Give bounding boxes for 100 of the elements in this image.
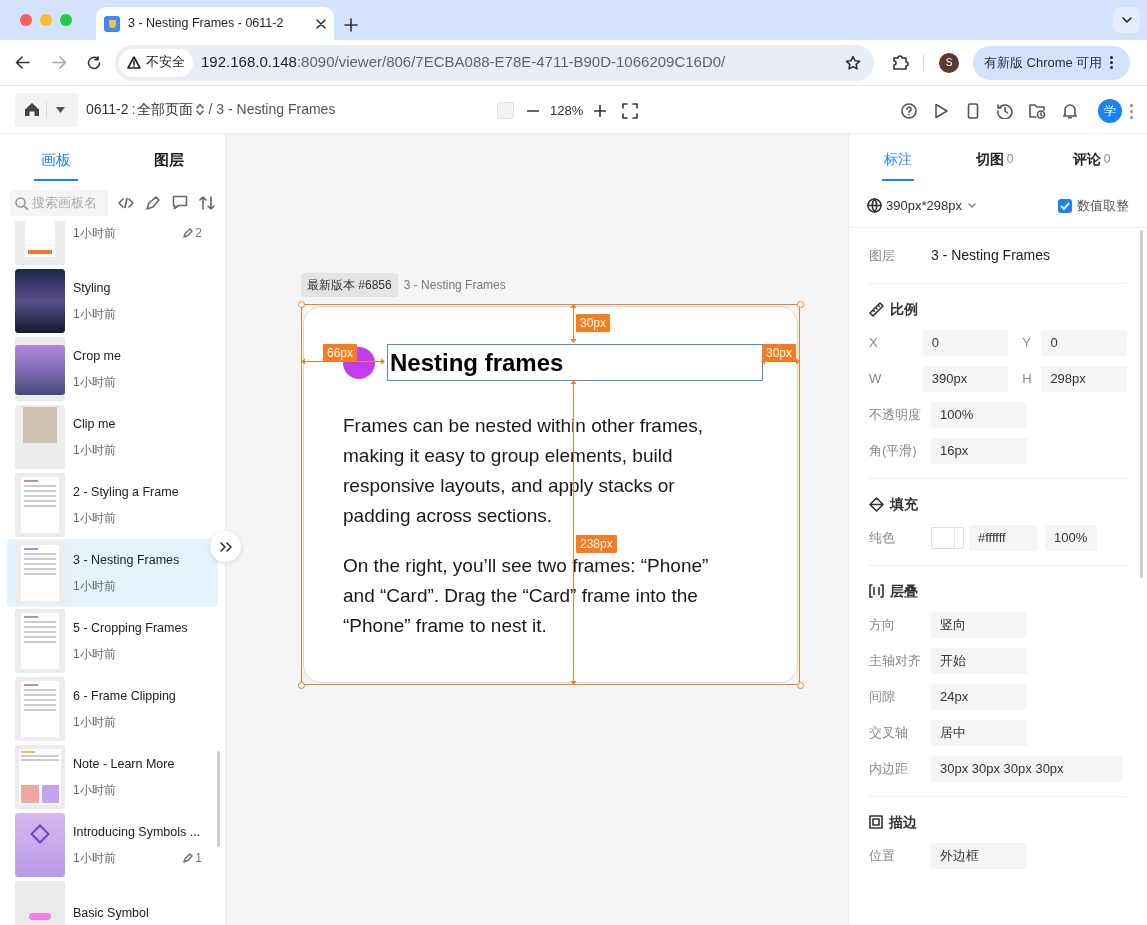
more-icon[interactable] [1130,103,1133,119]
security-chip[interactable]: 不安全 [119,48,193,77]
modified-time: 1小时前 [73,713,116,731]
new-tab-icon[interactable] [344,18,358,32]
checkbox[interactable] [1058,198,1072,213]
close-icon[interactable] [316,18,326,29]
collapse-panel-button[interactable] [210,531,241,562]
stroke-icon [869,815,883,829]
artboard-title: 2 - Styling a Frame [73,484,180,502]
value-field: #ffffff [969,525,1037,551]
artboard-item[interactable]: Clip me 1小时前 [7,403,218,471]
artboard-thumbnail [15,813,65,877]
inspector-tab[interactable]: 切图 0 [946,134,1043,184]
version-badge: 最新版本 #6856 [301,273,398,297]
tab-search-button[interactable] [1113,7,1140,33]
inspector-tab[interactable]: 标注 [849,134,946,184]
modified-time: 1小时前 [73,645,116,663]
tab-title: 3 - Nesting Frames - 0611-2 [128,15,285,33]
field-label: W [869,370,883,389]
search-field[interactable]: 搜索画板名 [10,189,108,216]
section-title: 描边 [889,812,917,832]
artboard-item[interactable]: 1小时前 2 [7,221,218,267]
artboard-item[interactable]: Styling 1小时前 [7,267,218,335]
artboard-title: Introducing Symbols ... [73,824,202,842]
value-field: 390px [922,366,1009,392]
puzzle-icon[interactable] [892,54,909,71]
scrollbar[interactable] [1140,230,1143,578]
field-label: 间隙 [869,688,896,707]
home-menu-button[interactable] [15,92,78,127]
modified-time: 1小时前 [73,509,116,527]
resize-handle[interactable] [298,682,305,689]
artboard-thumbnail [15,405,65,469]
history-icon[interactable] [997,103,1013,119]
pen-icon[interactable] [145,194,161,211]
inspector-tab[interactable]: 评论 0 [1043,134,1140,184]
artboard-item[interactable]: 5 - Cropping Frames 1小时前 [7,607,218,675]
value-field: 0 [922,330,1009,356]
scrollbar[interactable] [217,751,220,847]
user-avatar[interactable]: 学 [1098,99,1122,123]
artboard-item[interactable]: 3 - Nesting Frames 1小时前 [7,539,218,607]
updown-icon[interactable] [196,103,205,116]
resize-handle[interactable] [797,301,804,308]
modified-time: 1小时前 [73,441,116,459]
resize-handle[interactable] [797,682,804,689]
folder-clock-icon[interactable] [1029,103,1046,119]
help-icon[interactable] [901,103,917,119]
field-label: 交叉轴 [869,724,909,743]
code-icon[interactable] [118,196,134,209]
field-label: 纯色 [869,529,896,548]
checkbox-label: 数值取整 [1077,196,1129,215]
measurement-label: 238px [576,535,617,553]
sidebar-tab[interactable]: 画板 [0,134,113,184]
zoom-in-icon[interactable] [594,104,607,117]
back-arrow-icon[interactable] [15,56,30,69]
play-icon[interactable] [933,103,949,119]
field-label: Y [1022,334,1032,353]
artboard-thumbnail [15,337,65,401]
artboard-item[interactable]: Basic Symbol [7,879,218,925]
measurement-label: 66px [323,344,358,362]
color-swatch[interactable] [931,527,964,549]
artboard-title: Crop me [73,348,122,366]
stack-icon [869,584,884,598]
background-swatch[interactable] [497,102,514,120]
artboard-title: Styling [73,280,112,298]
pen-icon [183,852,194,863]
modified-time: 1小时前 [73,577,116,595]
page-scope[interactable]: 全部页面 [137,99,194,120]
artboard-title: 3 - Nesting Frames [73,552,181,570]
value-field: 竖向 [931,612,1027,638]
reload-icon[interactable] [87,55,101,70]
artboard-item[interactable]: 2 - Styling a Frame 1小时前 [7,471,218,539]
star-icon[interactable] [845,54,861,71]
profile-avatar[interactable]: S [939,52,959,73]
comment-icon[interactable] [172,195,188,210]
value-field: 298px [1041,366,1127,392]
home-icon [24,102,40,117]
breadcrumb-separator: / [208,100,213,119]
artboard-title: 6 - Frame Clipping [73,688,177,706]
address-bar[interactable]: 不安全 192.168.0.148:8090/viewer/806/7ECBA088-E78E-4711-B90D-1066209C16D0/ [115,44,874,81]
artboard-item[interactable]: 6 - Frame Clipping 1小时前 [7,675,218,743]
section-title: 比例 [890,299,918,319]
artboard-item[interactable]: Note - Learn More 1小时前 [7,743,218,811]
value-field: 外边框 [931,843,1027,869]
phone-icon[interactable] [965,103,981,119]
artboard-item[interactable]: Crop me 1小时前 [7,335,218,403]
value-field: 100% [1045,525,1097,551]
project-name[interactable]: 0611-2 [86,99,129,120]
sort-icon[interactable] [199,195,215,210]
update-chrome-button[interactable]: 有新版 Chrome 可用 [973,45,1130,80]
value-field: 16px [931,438,1027,464]
artboard-item[interactable]: Introducing Symbols ... 1小时前 1 [7,811,218,879]
size-dropdown[interactable]: 390px*298px [886,195,976,216]
modified-time: 1小时前 [73,373,116,391]
fullscreen-icon[interactable] [622,102,639,119]
value-field: 30px 30px 30px 30px [931,756,1123,782]
sidebar-tab[interactable]: 图层 [112,134,225,184]
resize-handle[interactable] [298,301,305,308]
bell-icon[interactable] [1062,103,1078,119]
browser-tab[interactable]: 3 - Nesting Frames - 0611-2 [96,7,334,40]
artboard-title: 5 - Cropping Frames [73,620,189,638]
